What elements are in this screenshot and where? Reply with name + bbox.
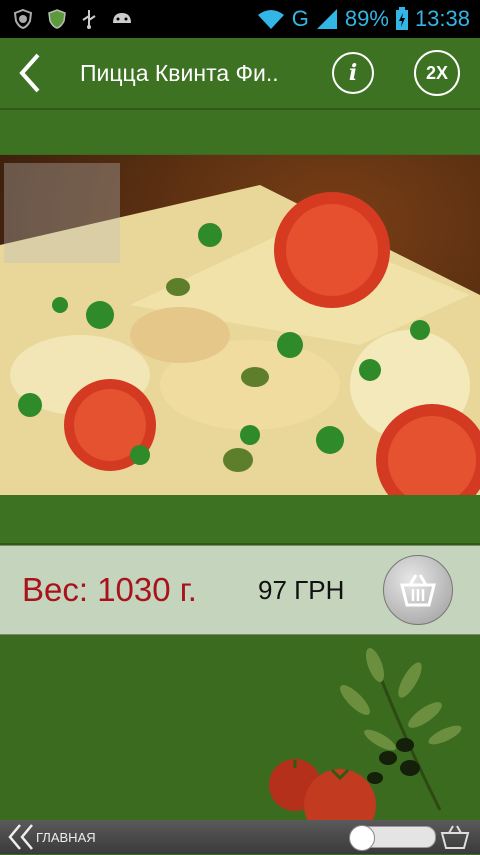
double-chevron-left-icon xyxy=(8,824,33,850)
product-weight: Вес: 1030 г. xyxy=(22,571,197,608)
usb-icon xyxy=(82,10,96,29)
chevron-left-icon xyxy=(19,53,40,93)
product-price: 97 ГРН xyxy=(258,574,345,605)
olive-branch-decoration xyxy=(269,647,462,830)
shield-icon xyxy=(13,8,33,30)
security-icon xyxy=(48,9,66,29)
basket-icon xyxy=(440,825,470,849)
product-image[interactable] xyxy=(0,155,480,516)
basket-icon xyxy=(400,574,436,607)
toggle-knob xyxy=(349,825,375,851)
signal-icon xyxy=(316,9,337,29)
system-indicators: G 89% 13:38 xyxy=(256,6,480,32)
back-button[interactable] xyxy=(0,38,60,108)
battery-percent: 89% xyxy=(344,6,389,31)
wifi-icon xyxy=(257,10,284,29)
battery-icon xyxy=(395,7,408,30)
zoom-2x-icon: 2X xyxy=(425,62,449,83)
product-info-bar: Вес: 1030 г. 97 ГРН xyxy=(0,545,480,635)
home-link[interactable]: ГЛАВНАЯ xyxy=(0,822,96,852)
toggle-switch[interactable] xyxy=(349,825,436,851)
notification-icons xyxy=(0,8,134,30)
android-icon xyxy=(113,13,131,23)
zoom-button[interactable]: 2X xyxy=(414,50,460,96)
header-spacer xyxy=(0,110,480,154)
network-type: G xyxy=(291,6,309,31)
home-label: ГЛАВНАЯ xyxy=(36,829,96,845)
info-icon: i xyxy=(348,60,358,86)
status-bar: G 89% 13:38 xyxy=(0,0,480,38)
add-to-cart-button[interactable] xyxy=(383,555,453,625)
footer-cart-button[interactable] xyxy=(440,824,470,855)
image-spacer xyxy=(0,495,480,545)
info-button[interactable]: i xyxy=(332,52,374,94)
page-title: Пицца Квинта Фи.. xyxy=(80,59,279,86)
app-header: Пицца Квинта Фи.. i 2X xyxy=(0,38,480,110)
clock: 13:38 xyxy=(414,6,470,31)
